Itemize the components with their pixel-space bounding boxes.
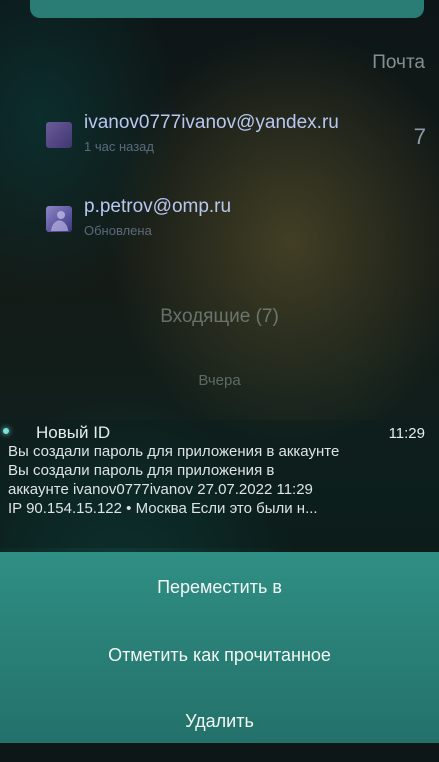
pulley-menu-edge: [30, 0, 424, 18]
message-preview: Вы создали пароль для приложения в аккау…: [8, 461, 430, 518]
context-menu: Переместить в Отметить как прочитанное У…: [0, 552, 439, 743]
unread-count-badge: 7: [413, 124, 426, 149]
message-preview-line: аккаунте ivanov0777ivanov 27.07.2022 11:…: [8, 481, 313, 498]
account-item-yandex[interactable]: ivanov0777ivanov@yandex.ru 1 час назад 7: [46, 112, 426, 168]
folder-title[interactable]: Входящие (7): [0, 306, 439, 328]
message-preview-line: Вы создали пароль для приложения в: [8, 462, 275, 479]
unread-indicator-icon: [3, 428, 9, 434]
message-subject: Вы создали пароль для приложения в аккау…: [8, 443, 340, 460]
account-avatar-icon: [46, 122, 72, 148]
account-email: p.petrov@omp.ru: [84, 196, 232, 217]
message-sender: Новый ID: [36, 423, 111, 442]
section-date-header: Вчера: [198, 372, 241, 389]
account-item-omp[interactable]: p.petrov@omp.ru Обновлена: [46, 196, 426, 252]
account-avatar-icon: [46, 206, 72, 232]
page-title: Почта: [372, 52, 425, 73]
message-time: 11:29: [388, 425, 425, 442]
bottom-edge: [0, 743, 439, 762]
account-sync-status: Обновлена: [84, 223, 152, 238]
mark-as-read-button[interactable]: Отметить как прочитанное: [0, 624, 439, 686]
mail-screen: Почта ivanov0777ivanov@yandex.ru 1 час н…: [0, 0, 439, 762]
move-to-button[interactable]: Переместить в: [0, 556, 439, 618]
message-preview-line: IP 90.154.15.122 • Москва Если это были …: [8, 500, 318, 517]
person-icon: [51, 211, 68, 231]
account-email: ivanov0777ivanov@yandex.ru: [84, 112, 339, 133]
message-item[interactable]: Новый ID 11:29 Вы создали пароль для при…: [0, 420, 439, 548]
account-sync-status: 1 час назад: [84, 139, 154, 154]
